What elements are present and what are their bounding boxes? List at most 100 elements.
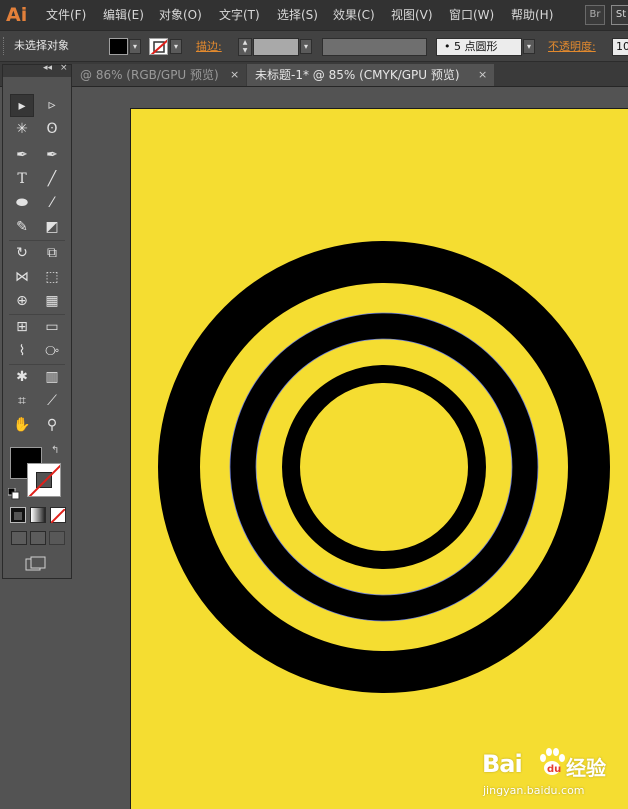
stroke-weight-field[interactable] xyxy=(253,38,299,56)
eyedropper-tool-icon[interactable]: ⌇ xyxy=(10,340,34,363)
opacity-label-colon: : xyxy=(592,40,596,53)
brush-value: 5 点圆形 xyxy=(454,40,498,53)
rotate-tool-icon[interactable]: ↻ xyxy=(10,242,34,265)
watermark-brand-suffix: du xyxy=(547,764,561,775)
scale-tool-icon[interactable]: ⧉ xyxy=(40,242,64,265)
ellipse-tool-icon[interactable]: ⬬ xyxy=(10,192,34,215)
column-graph-tool-icon[interactable]: ▥ xyxy=(40,366,64,389)
perspective-grid-tool-icon[interactable]: ▦ xyxy=(40,290,64,313)
control-bar: 未选择对象 ▾ ▾ 描边: ▲▼ ▾ • 5 点圆形 ▾ 不透明度: 100 xyxy=(0,31,628,62)
none-mode-button[interactable] xyxy=(50,507,66,524)
lasso-tool-icon[interactable]: ʘ xyxy=(40,118,64,141)
free-transform-tool-icon[interactable]: ⬚ xyxy=(40,266,64,289)
menu-window[interactable]: 窗口(W) xyxy=(449,7,494,23)
width-tool-icon[interactable]: ⋈ xyxy=(10,266,34,289)
tab-close-icon[interactable]: × xyxy=(230,64,239,86)
color-mode-button[interactable] xyxy=(10,507,26,523)
shape-builder-tool-icon[interactable]: ⊕ xyxy=(10,290,34,313)
stroke-color-box[interactable] xyxy=(27,463,61,497)
swap-fill-stroke-icon[interactable]: ↰ xyxy=(51,445,59,456)
slice-tool-icon[interactable]: ⟋ xyxy=(40,390,64,413)
eraser-tool-icon[interactable]: ◩ xyxy=(40,216,64,239)
brush-dot-icon: • xyxy=(444,40,451,53)
brush-dropdown[interactable]: ▾ xyxy=(523,39,535,54)
fill-dropdown-button[interactable]: ▾ xyxy=(129,39,141,54)
selection-tool-icon[interactable]: ▸ xyxy=(10,94,34,117)
type-tool-icon[interactable]: T xyxy=(10,168,34,191)
menu-bar: Ai 文件(F) 编辑(E) 对象(O) 文字(T) 选择(S) 效果(C) 视… xyxy=(0,0,628,31)
tab-close-icon[interactable]: × xyxy=(478,64,487,86)
tool-divider xyxy=(9,364,65,365)
stock-button[interactable]: St xyxy=(611,5,628,25)
symbol-sprayer-tool-icon[interactable]: ✱ xyxy=(10,366,34,389)
tab-label: @ 86% (RGB/GPU 预览) xyxy=(80,68,219,82)
document-tab-2[interactable]: 未标题-1* @ 85% (CMYK/GPU 预览) × xyxy=(247,64,494,86)
artboard[interactable] xyxy=(130,108,628,809)
opacity-label-text: 不透明度 xyxy=(548,40,592,53)
draw-normal-icon[interactable] xyxy=(11,531,27,545)
stroke-weight-dropdown[interactable]: ▾ xyxy=(300,39,312,54)
pencil-tool-icon[interactable]: ✎ xyxy=(10,216,34,239)
screen-mode-icon[interactable] xyxy=(25,556,47,572)
gradient-mode-button[interactable] xyxy=(30,507,46,523)
zoom-tool-icon[interactable]: ⚲ xyxy=(40,414,64,437)
selection-status: 未选择对象 xyxy=(14,39,69,52)
paintbrush-tool-icon[interactable]: ⁄ xyxy=(40,192,64,215)
magic-wand-tool-icon[interactable]: ✳ xyxy=(10,118,34,141)
stroke-weight-spinner[interactable]: ▲ ▼ xyxy=(238,38,252,56)
stroke-label-text: 描边 xyxy=(196,40,218,53)
watermark-url: jingyan.baidu.com xyxy=(483,784,585,797)
brush-definition[interactable]: • 5 点圆形 xyxy=(436,38,522,56)
tools-panel-header[interactable]: ◂◂ × xyxy=(3,63,71,77)
mesh-tool-icon[interactable]: ⊞ xyxy=(10,316,34,339)
tab-label: 未标题-1* @ 85% (CMYK/GPU 预览) xyxy=(255,68,460,82)
tools-panel-grip[interactable] xyxy=(3,78,71,92)
illustrator-window: Ai 文件(F) 编辑(E) 对象(O) 文字(T) 选择(S) 效果(C) 视… xyxy=(0,0,628,809)
stroke-dropdown-button[interactable]: ▾ xyxy=(170,39,182,54)
control-bar-grip[interactable] xyxy=(3,37,6,55)
menu-help[interactable]: 帮助(H) xyxy=(511,7,553,23)
tools-panel: ◂◂ × ▸ ▹ ✳ ʘ ✒ ✒ T ╱ ⬬ ⁄ ✎ ◩ ↻ ⧉ ⋈ ⬚ ⊕ ▦… xyxy=(2,63,72,579)
variable-width-profile[interactable] xyxy=(322,38,427,56)
artwork-canvas[interactable] xyxy=(131,109,628,809)
tool-divider xyxy=(9,240,65,241)
baidu-watermark: Bai du 经验 jingyan.baidu.com xyxy=(480,740,620,800)
draw-behind-icon[interactable] xyxy=(30,531,46,545)
paw-icon: du xyxy=(540,748,565,775)
close-icon[interactable]: × xyxy=(60,63,68,73)
opacity-field[interactable]: 100 xyxy=(612,38,628,56)
artboard-background xyxy=(131,109,628,809)
line-segment-tool-icon[interactable]: ╱ xyxy=(40,168,64,191)
none-slash-icon xyxy=(28,464,60,496)
menu-view[interactable]: 视图(V) xyxy=(391,7,433,23)
pen-tool-icon[interactable]: ✒ xyxy=(10,144,34,167)
default-colors-icon[interactable] xyxy=(7,485,20,500)
bridge-button[interactable]: Br xyxy=(585,5,605,25)
stroke-swatch[interactable] xyxy=(149,38,168,55)
hand-tool-icon[interactable]: ✋ xyxy=(10,414,34,437)
menu-effect[interactable]: 效果(C) xyxy=(333,7,375,23)
fill-swatch[interactable] xyxy=(109,38,128,55)
app-logo: Ai xyxy=(6,4,28,26)
none-slash-icon xyxy=(150,39,167,54)
menu-file[interactable]: 文件(F) xyxy=(46,7,86,23)
menu-object[interactable]: 对象(O) xyxy=(159,7,202,23)
watermark-cn: 经验 xyxy=(566,756,606,780)
document-tab-1[interactable]: @ 86% (RGB/GPU 预览) × xyxy=(72,64,246,86)
menu-select[interactable]: 选择(S) xyxy=(277,7,318,23)
collapse-icon[interactable]: ◂◂ xyxy=(43,63,52,73)
tool-divider xyxy=(9,314,65,315)
stroke-label[interactable]: 描边: xyxy=(196,39,222,55)
stroke-label-colon: : xyxy=(218,40,222,53)
direct-selection-tool-icon[interactable]: ▹ xyxy=(40,94,64,117)
artboard-tool-icon[interactable]: ⌗ xyxy=(10,390,34,413)
blend-tool-icon[interactable]: ⧂ xyxy=(40,340,64,363)
gradient-tool-icon[interactable]: ▭ xyxy=(40,316,64,339)
document-tab-bar: @ 86% (RGB/GPU 预览) × 未标题-1* @ 85% (CMYK/… xyxy=(0,62,628,87)
curvature-tool-icon[interactable]: ✒ xyxy=(40,144,64,167)
draw-inside-icon[interactable] xyxy=(49,531,65,545)
menu-type[interactable]: 文字(T) xyxy=(219,7,260,23)
menu-edit[interactable]: 编辑(E) xyxy=(103,7,144,23)
opacity-label[interactable]: 不透明度: xyxy=(548,39,596,55)
watermark-brand: Bai xyxy=(482,750,523,778)
